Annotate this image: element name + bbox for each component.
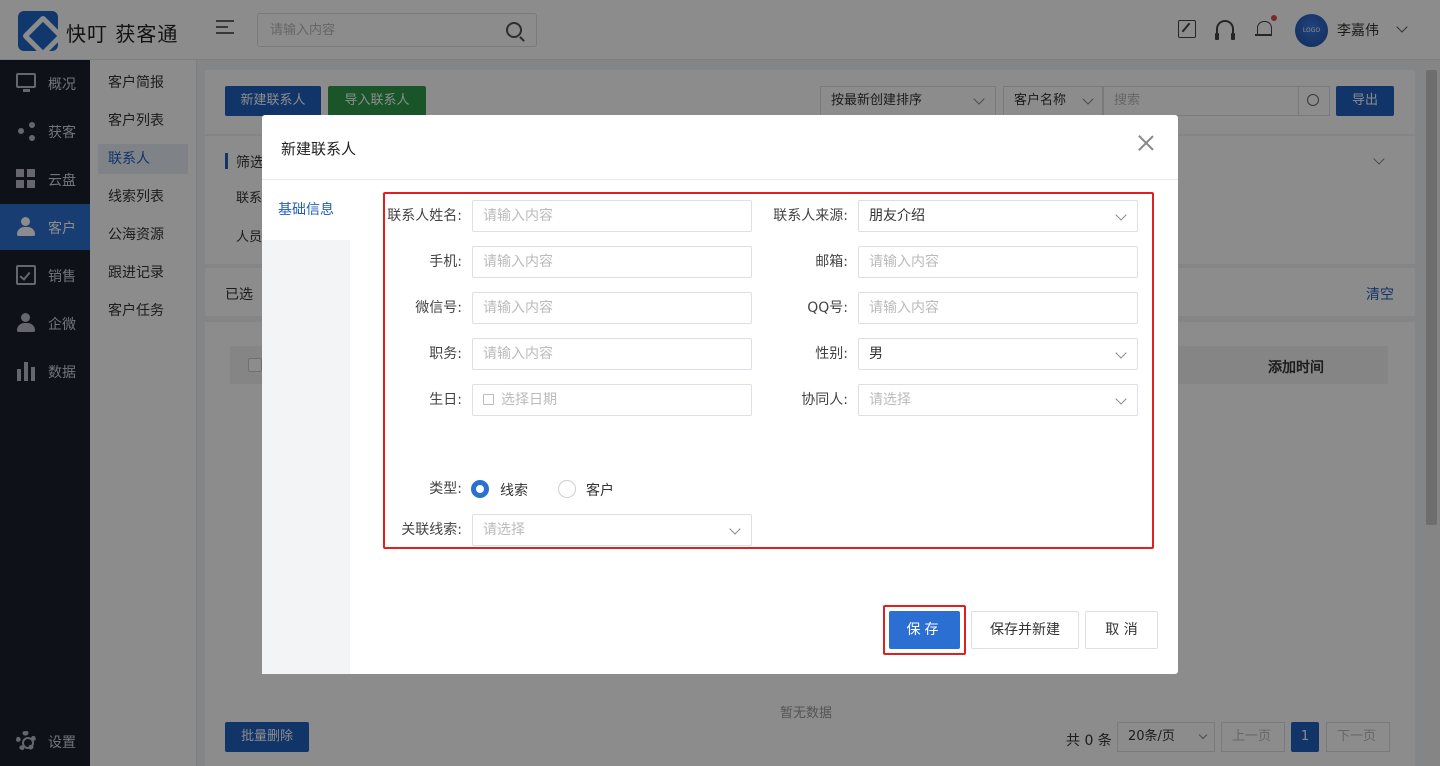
email-label: 邮箱:	[815, 254, 848, 270]
type-label: 类型:	[429, 481, 462, 497]
type-option-lead[interactable]: 线索	[500, 480, 528, 500]
type-radio-customer[interactable]	[558, 480, 576, 498]
collaborator-label: 协同人:	[801, 392, 848, 408]
chevron-down-icon	[729, 523, 741, 535]
phone-label: 手机:	[429, 254, 462, 270]
qq-input[interactable]: 请输入内容	[858, 292, 1138, 324]
related-lead-select[interactable]: 请选择	[472, 514, 752, 546]
gender-select[interactable]: 男	[858, 338, 1138, 370]
birthday-label: 生日:	[429, 392, 462, 408]
qq-label: QQ号:	[807, 300, 848, 316]
position-input[interactable]: 请输入内容	[472, 338, 752, 370]
name-label: 联系人姓名:	[387, 208, 462, 224]
chevron-down-icon	[1115, 209, 1127, 221]
phone-input[interactable]: 请输入内容	[472, 246, 752, 278]
chevron-down-icon	[1115, 347, 1127, 359]
tab-basic-info[interactable]: 基础信息	[262, 180, 350, 240]
related-lead-placeholder: 请选择	[483, 522, 525, 538]
wechat-input[interactable]: 请输入内容	[472, 292, 752, 324]
collaborator-placeholder: 请选择	[869, 392, 911, 408]
dialog-divider	[262, 179, 1178, 180]
source-label: 联系人来源:	[773, 208, 848, 224]
gender-value: 男	[869, 346, 883, 362]
save-and-new-button[interactable]: 保存并新建	[971, 611, 1079, 649]
contact-source-select[interactable]: 朋友介绍	[858, 200, 1138, 232]
save-button[interactable]: 保存	[889, 611, 960, 649]
email-input[interactable]: 请输入内容	[858, 246, 1138, 278]
source-value: 朋友介绍	[869, 208, 925, 224]
collaborator-select[interactable]: 请选择	[858, 384, 1138, 416]
birthday-date-picker[interactable]: 选择日期	[472, 384, 752, 416]
close-icon[interactable]	[1136, 133, 1156, 153]
related-lead-label: 关联线索:	[401, 522, 462, 538]
type-option-customer[interactable]: 客户	[586, 480, 614, 500]
contact-name-input[interactable]: 请输入内容	[472, 200, 752, 232]
chevron-down-icon	[1115, 393, 1127, 405]
birthday-placeholder: 选择日期	[501, 392, 557, 408]
dialog-tab-bar: 基础信息	[262, 180, 350, 674]
calendar-icon	[483, 394, 494, 405]
wechat-label: 微信号:	[415, 300, 462, 316]
dialog-title: 新建联系人	[281, 140, 357, 158]
position-label: 职务:	[429, 346, 462, 362]
cancel-button[interactable]: 取 消	[1085, 611, 1158, 649]
type-radio-lead[interactable]	[471, 480, 489, 498]
gender-label: 性别:	[815, 346, 848, 362]
new-contact-dialog: 新建联系人 基础信息 联系人姓名: 请输入内容 联系人来源: 朋友介绍 手机: …	[262, 115, 1178, 674]
